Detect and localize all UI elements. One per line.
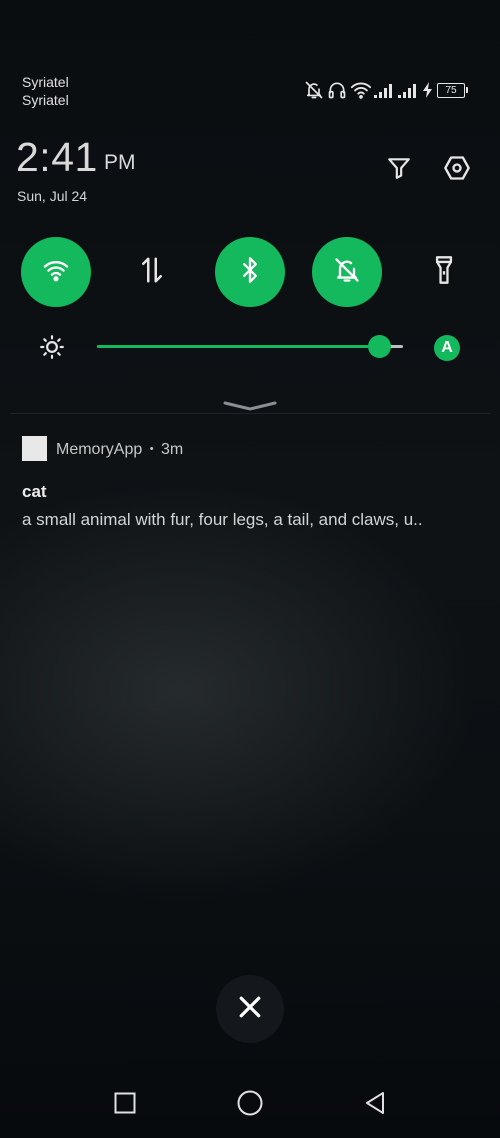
bluetooth-toggle[interactable] <box>215 237 285 307</box>
auto-brightness-button[interactable]: A <box>434 335 460 361</box>
notification-text: a small animal with fur, four legs, a ta… <box>22 510 423 529</box>
clock-time: 2:41 <box>16 134 98 180</box>
notification-header: MemoryApp • 3m <box>56 440 183 461</box>
recents-icon <box>113 1091 137 1120</box>
brightness-slider-fill <box>97 345 379 348</box>
expand-handle[interactable] <box>222 399 278 413</box>
clock-ampm: PM <box>104 151 136 174</box>
settings-icon <box>443 154 471 187</box>
flashlight-toggle[interactable] <box>409 237 479 307</box>
headset-icon <box>327 80 347 100</box>
cell-signal-2-icon <box>398 82 420 98</box>
wifi-signal-icon <box>350 80 372 100</box>
divider <box>10 413 490 414</box>
data-transfer-icon <box>137 255 167 290</box>
back-icon <box>363 1090 387 1121</box>
bell-off-icon <box>304 80 324 100</box>
filter-button[interactable] <box>381 152 417 188</box>
wifi-icon <box>42 256 70 289</box>
clock-date: Sun, Jul 24 <box>17 188 88 204</box>
home-button[interactable] <box>225 1080 275 1130</box>
back-button[interactable] <box>350 1080 400 1130</box>
brightness-slider[interactable] <box>97 335 403 358</box>
charging-icon <box>421 82 435 98</box>
close-icon <box>235 992 265 1027</box>
clear-all-button[interactable] <box>216 975 284 1043</box>
carrier-name-sim1: Syriatel <box>22 74 69 90</box>
mobile-data-toggle[interactable] <box>117 237 187 307</box>
wifi-toggle[interactable] <box>21 237 91 307</box>
cell-signal-1-icon <box>374 82 396 98</box>
home-icon <box>236 1089 264 1122</box>
bell-off-icon <box>333 256 361 289</box>
flashlight-icon <box>430 255 458 290</box>
separator-dot: • <box>149 443 154 455</box>
app-name: MemoryApp <box>56 441 143 458</box>
status-icons: 75 <box>304 80 468 100</box>
carrier-name-sim2: Syriatel <box>22 92 69 108</box>
filter-icon <box>386 155 412 186</box>
recents-button[interactable] <box>100 1080 150 1130</box>
notification-time: 3m <box>161 441 184 458</box>
chevron-down-icon <box>222 400 278 417</box>
notification-title: cat <box>22 482 47 501</box>
settings-button[interactable] <box>439 152 475 188</box>
sun-icon <box>39 334 65 360</box>
app-icon <box>22 436 47 461</box>
notification-shade: Syriatel Syriatel 75 2:41 PM Sun, Jul 24… <box>0 0 500 1138</box>
bluetooth-icon <box>236 256 264 289</box>
silent-mode-toggle[interactable] <box>312 237 382 307</box>
battery-icon: 75 <box>437 82 468 98</box>
brightness-slider-thumb[interactable] <box>367 335 391 358</box>
